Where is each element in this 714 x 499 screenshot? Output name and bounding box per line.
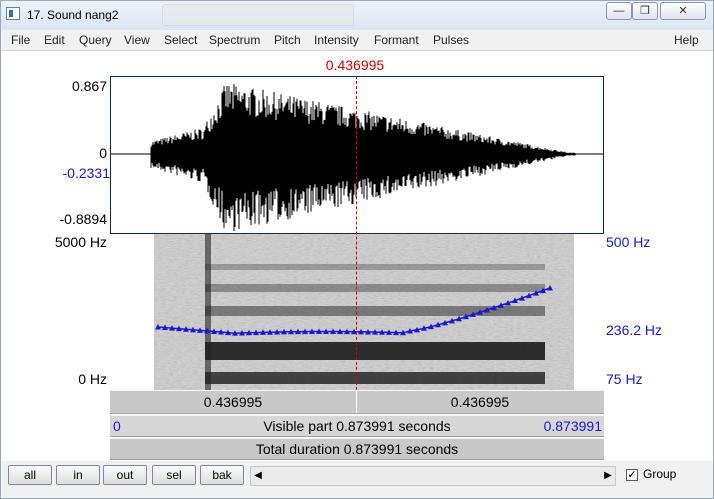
onset-burst xyxy=(205,234,211,390)
visible-end-time: 0.873991 xyxy=(543,418,602,434)
window-title-bar[interactable]: 17. Sound nang2 — ❐ ✕ xyxy=(0,0,714,31)
menu-query[interactable]: Query xyxy=(79,33,112,47)
zoom-selection-button[interactable]: sel xyxy=(152,465,196,485)
time-scrollbar[interactable]: ◀ ▶ xyxy=(250,466,616,486)
zoom-out-button[interactable]: out xyxy=(103,465,147,485)
group-label: Group xyxy=(643,467,677,481)
menu-file[interactable]: File xyxy=(11,33,30,47)
formant-band xyxy=(205,372,545,384)
praat-app-icon xyxy=(6,7,20,20)
menu-spectrum[interactable]: Spectrum xyxy=(209,33,260,47)
total-duration-text: Total duration 0.873991 seconds xyxy=(255,441,459,457)
group-checkbox[interactable]: ✓ xyxy=(626,469,638,481)
menu-pulses[interactable]: Pulses xyxy=(433,33,469,47)
zoom-in-button[interactable]: in xyxy=(56,465,100,485)
formant-band xyxy=(205,342,545,360)
scroll-left-icon[interactable]: ◀ xyxy=(251,467,265,485)
minimize-button[interactable]: — xyxy=(606,2,632,20)
waveform-cursor-value-label: -0.2331 xyxy=(62,165,110,181)
menu-bar: File Edit Query View Select Spectrum Pit… xyxy=(0,30,714,51)
visible-part-text: Visible part 0.873991 seconds xyxy=(263,418,451,434)
editor-controls-bar: all in out sel bak ◀ ▶ ✓ Group xyxy=(0,461,714,499)
menu-edit[interactable]: Edit xyxy=(44,33,65,47)
menu-select[interactable]: Select xyxy=(164,33,197,47)
spectrogram-plot xyxy=(110,234,604,390)
waveform-min-label: -0.8894 xyxy=(59,211,107,227)
menu-pitch[interactable]: Pitch xyxy=(274,33,301,47)
cursor-time-label: 0.436995 xyxy=(325,57,385,73)
segment-left-duration[interactable]: 0.436995 xyxy=(110,394,356,410)
pitch-max-label: 500 Hz xyxy=(606,234,651,250)
scroll-right-icon[interactable]: ▶ xyxy=(601,467,615,485)
zoom-all-button[interactable]: all xyxy=(8,465,52,485)
total-duration-bar[interactable]: Total duration 0.873991 seconds xyxy=(110,438,604,460)
menu-intensity[interactable]: Intensity xyxy=(314,33,359,47)
spectrogram-max-frequency-label: 5000 Hz xyxy=(54,234,107,250)
background-window-tab xyxy=(162,4,354,26)
visible-part-bar[interactable]: 0 Visible part 0.873991 seconds 0.873991 xyxy=(110,415,604,437)
waveform-max-label: 0.867 xyxy=(71,78,107,94)
waveform-panel[interactable] xyxy=(110,76,604,234)
spectrogram-min-frequency-label: 0 Hz xyxy=(78,371,107,387)
waveform-trace xyxy=(150,84,576,231)
pitch-min-label: 75 Hz xyxy=(606,371,643,387)
segment-right-duration[interactable]: 0.436995 xyxy=(357,394,603,410)
formant-band xyxy=(205,264,545,270)
menu-formant[interactable]: Formant xyxy=(374,33,419,47)
pitch-cursor-label: 236.2 Hz xyxy=(606,322,663,338)
spectrogram-silence-right xyxy=(574,234,604,390)
time-cursor-line[interactable] xyxy=(356,76,357,390)
spectrogram-panel[interactable] xyxy=(110,234,604,390)
waveform-plot xyxy=(111,84,603,231)
cursor-segment-bar[interactable]: 0.436995 0.436995 xyxy=(110,390,604,414)
menu-help[interactable]: Help xyxy=(674,33,699,47)
maximize-button[interactable]: ❐ xyxy=(632,2,658,20)
close-button[interactable]: ✕ xyxy=(660,2,706,20)
window-title: 17. Sound nang2 xyxy=(27,8,119,22)
waveform-zero-label: 0 xyxy=(99,145,107,161)
zoom-back-button[interactable]: bak xyxy=(200,465,244,485)
menu-view[interactable]: View xyxy=(124,33,150,47)
spectrogram-silence-left xyxy=(110,234,154,390)
formant-band xyxy=(205,284,545,292)
sound-editor-canvas[interactable]: 0.436995 0.867 0 -0.2331 -0.8894 5000 Hz… xyxy=(0,51,714,461)
